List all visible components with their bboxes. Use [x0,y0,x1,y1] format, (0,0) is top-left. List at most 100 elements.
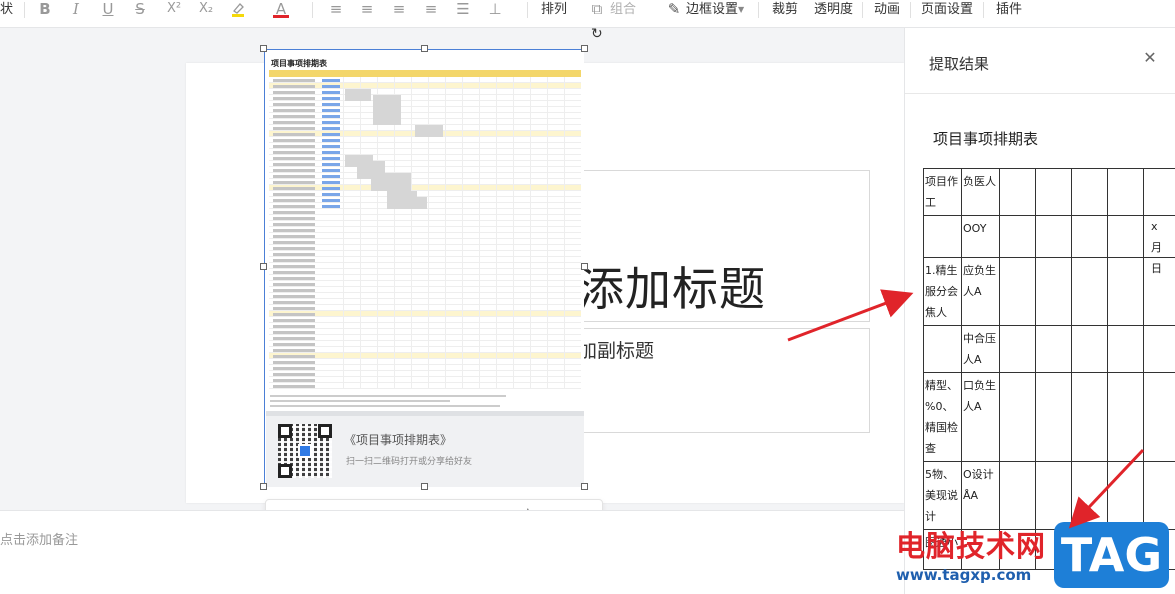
resize-handle[interactable] [421,483,428,490]
result-table-cell [1035,257,1072,326]
resize-handle[interactable] [421,45,428,52]
bold-button[interactable]: B [35,0,55,18]
row-link-placeholder [322,120,340,124]
row-link-placeholder [322,138,340,142]
superscript-button[interactable]: X² [164,0,184,18]
row-label-placeholder [273,108,315,112]
toolbar-divider [758,2,759,18]
row-label-placeholder [273,378,315,382]
slide-title[interactable]: 添加标题 [578,253,766,319]
group-button[interactable]: 组合 [610,0,636,20]
resize-handle[interactable] [581,263,588,270]
chevron-down-icon[interactable]: ▼ [738,0,744,20]
subscript-button[interactable]: X₂ [196,0,216,18]
row-label-placeholder [273,318,315,322]
document-title: 项目事项排期表 [271,59,327,68]
row-label-placeholder [273,312,315,316]
row-link-placeholder [322,108,340,112]
result-table-cell [999,461,1036,530]
resize-handle[interactable] [581,483,588,490]
qr-finder [318,424,332,438]
row-label-placeholder [273,300,315,304]
align-center-icon[interactable]: ≡ [357,0,377,18]
result-table-cell [999,372,1036,462]
gantt-bar [345,89,371,101]
row-link-placeholder [322,84,340,88]
page-setup-button[interactable]: 页面设置 [921,0,973,20]
close-icon[interactable]: ✕ [1140,48,1160,67]
resize-handle[interactable] [260,483,267,490]
row-link-placeholder [322,78,340,82]
result-table-cell [1071,257,1108,326]
slide-subtitle[interactable]: 加副标题 [578,336,654,363]
result-table-cell [1143,325,1175,373]
rotate-handle-icon[interactable]: ↻ [591,26,603,42]
row-link-placeholder [322,150,340,154]
border-settings-button[interactable]: 边框设置 [686,0,738,20]
row-label-placeholder [273,156,315,160]
result-table-row: 中合压人A [923,325,1175,373]
row-link-placeholder [322,144,340,148]
row-label-placeholder [273,222,315,226]
resize-handle[interactable] [260,45,267,52]
align-right-icon[interactable]: ≡ [389,0,409,18]
document-gridline [428,77,429,389]
highlight-icon[interactable] [228,0,248,18]
animation-button[interactable]: 动画 [874,0,900,20]
row-label-placeholder [273,126,315,130]
italic-button[interactable]: I [66,0,86,18]
row-label-placeholder [273,132,315,136]
row-label-placeholder [273,216,315,220]
row-link-placeholder [322,168,340,172]
selected-image[interactable]: 项目事项排期表 《项目事项排期表》 扫一扫二维码打开或分享给好友 [264,49,584,487]
notes-placeholder[interactable]: 点击添加备注 [0,529,78,548]
underline-button[interactable]: U [98,0,118,18]
document-footnote [270,395,506,397]
result-table-cell [1035,325,1072,373]
row-link-placeholder [322,126,340,130]
result-edge-fragment: x月日 [1151,220,1162,275]
vertical-align-icon[interactable]: ⊥ [485,0,505,18]
row-label-placeholder [273,84,315,88]
transparency-button[interactable]: 透明度 [814,0,853,20]
row-label-placeholder [273,252,315,256]
strikethrough-button[interactable]: S [130,0,150,18]
result-table-cell [1107,257,1144,326]
resize-handle[interactable] [581,45,588,52]
result-table-cell [1035,372,1072,462]
row-label-placeholder [273,294,315,298]
notes-pane[interactable]: 点击添加备注 [0,510,904,594]
row-label-placeholder [273,276,315,280]
toolbar-divider [24,2,25,18]
justify-icon[interactable]: ≡ [421,0,441,18]
distribute-icon[interactable]: ☰ [453,0,473,18]
result-table-cell: 中合压人A [961,325,1000,373]
row-label-placeholder [273,240,315,244]
arrange-button[interactable]: 排列 [541,0,567,20]
toolbar-divider [983,2,984,18]
font-color-button[interactable]: A [271,0,291,18]
plugins-button[interactable]: 插件 [996,0,1022,20]
resize-handle[interactable] [260,263,267,270]
result-table-cell [1071,461,1108,530]
qr-logo-icon [298,444,312,458]
result-table-row: OOY [923,215,1175,258]
document-gridline [343,77,344,389]
document-gridline [496,77,497,389]
row-label-placeholder [273,192,315,196]
row-link-placeholder [322,102,340,106]
row-label-placeholder [273,324,315,328]
row-label-placeholder [273,198,315,202]
align-left-icon[interactable]: ≡ [326,0,346,18]
crop-button[interactable]: 裁剪 [772,0,798,20]
qr-finder [278,424,292,438]
row-link-placeholder [322,96,340,100]
document-gridline [564,77,565,389]
schedule-document-image: 项目事项排期表 [266,51,584,411]
gantt-bar [371,173,411,191]
row-label-placeholder [273,144,315,148]
row-link-placeholder [322,162,340,166]
row-label-placeholder [273,282,315,286]
panel-divider [905,93,1175,94]
site-url-watermark: www.tagxp.com [896,566,1032,584]
